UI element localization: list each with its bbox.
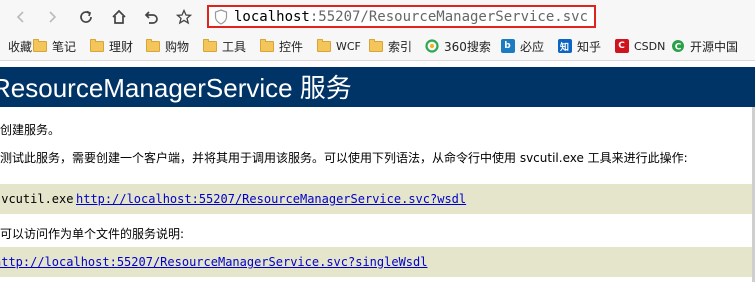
bookmark-label: WCF	[336, 39, 361, 53]
chevron-left-icon	[16, 11, 24, 23]
shield-icon	[214, 9, 228, 25]
undo-close-tab-button[interactable]	[140, 6, 162, 28]
oschina-icon: C	[670, 39, 685, 53]
bookmark-finance[interactable]: 理财	[89, 37, 133, 55]
bookmark-zhihu[interactable]: 知 知乎	[557, 37, 601, 55]
bookmark-tools[interactable]: 工具	[202, 37, 246, 55]
page-title: ResourceManagerService 服务	[0, 73, 352, 103]
bookmark-label: 知乎	[577, 39, 602, 54]
address-bar[interactable]: localhost:55207/ResourceManagerService.s…	[207, 5, 596, 28]
bookmark-label: 开源中国	[690, 39, 739, 54]
undo-icon	[144, 11, 158, 24]
csdn-icon: C	[614, 39, 629, 53]
back-button[interactable]	[10, 6, 32, 28]
bookmark-label: 笔记	[52, 39, 77, 54]
single-wsdl-block: http://localhost:55207/ResourceManagerSe…	[0, 247, 755, 277]
page-title-banner: ResourceManagerService 服务	[0, 67, 755, 107]
bookmark-shopping[interactable]: 购物	[145, 37, 189, 55]
star-icon: ★	[0, 39, 3, 54]
bookmark-bing[interactable]: b 必应	[500, 37, 544, 55]
reload-button[interactable]	[75, 6, 97, 28]
folder-icon	[32, 38, 47, 53]
favorite-button[interactable]	[173, 6, 195, 28]
folder-icon	[259, 38, 274, 53]
bookmark-label: 360搜索	[444, 39, 491, 54]
address-path: :55207/ResourceManagerService.svc	[309, 9, 589, 25]
bookmark-csdn[interactable]: C CSDN	[614, 37, 665, 55]
bookmark-label: CSDN	[634, 39, 666, 53]
bookmark-controls[interactable]: 控件	[259, 37, 303, 55]
bookmark-label: 收藏	[8, 39, 33, 54]
wsdl-link[interactable]: http://localhost:55207/ResourceManagerSe…	[76, 184, 466, 214]
svg-text:C: C	[674, 43, 681, 53]
folder-icon	[316, 38, 331, 53]
forward-button[interactable]	[41, 6, 63, 28]
instruction-text: 若要测试此服务，需要创建一个客户端，并将其用于调用该服务。可以使用下列语法，从命…	[0, 151, 688, 165]
bookmark-label: 理财	[109, 39, 134, 54]
bookmarks-bar: ★ 收藏 笔记 理财 购物 工具 控件 WCF 索引 360搜索 b 必应 知	[0, 33, 755, 61]
address-url: localhost:55207/ResourceManagerService.s…	[234, 8, 588, 26]
bookmark-notes[interactable]: 笔记	[32, 37, 76, 55]
home-icon	[112, 9, 126, 24]
folder-icon	[202, 38, 217, 53]
single-wsdl-link[interactable]: http://localhost:55207/ResourceManagerSe…	[0, 247, 427, 277]
reload-icon	[80, 10, 92, 23]
bookmark-index[interactable]: 索引	[368, 37, 412, 55]
bookmark-oschina[interactable]: C 开源中国	[670, 37, 738, 55]
chevron-right-icon	[49, 11, 57, 23]
browser-toolbar: localhost:55207/ResourceManagerService.s…	[0, 0, 755, 33]
bookmark-360-search[interactable]: 360搜索	[424, 37, 491, 55]
bookmark-label: 工具	[222, 39, 247, 54]
folder-icon	[89, 38, 104, 53]
360-search-icon	[424, 39, 439, 53]
bookmark-label: 必应	[520, 39, 545, 54]
address-host: localhost	[234, 9, 310, 25]
bookmark-label: 控件	[279, 39, 304, 54]
bookmark-label: 购物	[165, 39, 190, 54]
bookmark-label: 索引	[388, 39, 413, 54]
single-wsdl-intro-text: 您还可以访问作为单个文件的服务说明:	[0, 227, 185, 241]
command-prefix: svcutil.exe	[0, 192, 74, 206]
bookmark-wcf[interactable]: WCF	[316, 37, 361, 55]
bookmark-favorites[interactable]: ★ 收藏	[0, 37, 32, 55]
home-button[interactable]	[108, 6, 130, 28]
zhihu-icon: 知	[557, 39, 572, 53]
folder-icon	[368, 38, 383, 53]
svcutil-command-block: svcutil.exe http://localhost:55207/Resou…	[0, 184, 755, 214]
bing-icon: b	[500, 39, 515, 53]
folder-icon	[145, 38, 160, 53]
intro-text: 您已创建服务。	[0, 123, 61, 137]
star-icon	[176, 9, 192, 25]
